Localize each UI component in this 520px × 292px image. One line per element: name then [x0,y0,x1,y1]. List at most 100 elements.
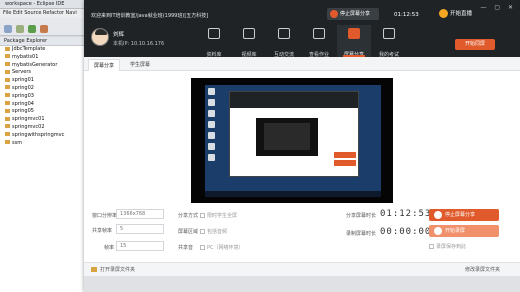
record-save-label: 录屏保存到此 [436,244,467,250]
project-item[interactable]: ssm [0,140,89,148]
share-timer: 01:12:53 [380,209,432,219]
fullscreen-checkbox-label: 限时学生全屏 [207,213,238,219]
avatar[interactable] [91,28,109,46]
video-icon [243,28,255,39]
checkbox-icon [429,244,434,249]
start-live-button[interactable]: 开始直播 [439,9,472,18]
record-timer: 00:00:00 [380,227,432,237]
share-time-label: 分享屏幕时长 [346,213,377,219]
eclipse-toolbar [0,18,90,36]
nav-videos[interactable]: 视频库 [232,25,266,58]
project-item[interactable]: springmvc02 [0,124,89,132]
project-item[interactable]: springwithspringmvc [0,132,89,140]
project-item[interactable]: spring04 [0,101,89,109]
nav-interaction[interactable]: 互动交流 [267,25,301,58]
record-save-checkbox[interactable]: 录屏保存到此 [429,243,466,250]
tab-student-screens[interactable]: 学生屏幕 [124,59,156,71]
project-label: spring04 [12,100,34,107]
project-label: mybatisGenerator [12,61,58,68]
screen-preview [191,78,393,203]
resolution-label: 窗口分辨率 [92,213,118,219]
project-item[interactable]: spring03 [0,93,89,101]
tab-screen-share[interactable]: 屏幕分享 [88,59,120,71]
fps-field[interactable]: 5 [116,224,164,234]
checkbox-icon [200,245,205,250]
stop-screen-share-button[interactable]: 停止屏幕分享 [429,209,499,221]
project-folder-icon [5,69,10,74]
fps-label: 共享帧率 [92,228,113,234]
app-footer: 打开录屏文件夹 修改录屏文件夹 [84,262,520,276]
project-label: spring02 [12,84,34,91]
network-checkbox[interactable]: PC（网络环境） [200,244,244,251]
project-list: JdbcTemplate mybatis01 mybatisGenerator Ser… [0,46,89,147]
share-mode-label: 分享方式 [178,213,199,219]
project-folder-icon [5,93,10,98]
project-item[interactable]: mybatis01 [0,54,89,62]
exam-icon [383,28,395,39]
nav-screen-share[interactable]: 屏幕分享 [337,25,371,58]
shared-audio-label: 共享音 [178,245,194,251]
nav-homework[interactable]: 查看作业 [302,25,336,58]
project-item[interactable]: spring01 [0,77,89,85]
project-label: springwithspringmvc [12,131,65,138]
new-icon[interactable] [4,25,12,33]
app-title: 欢迎来到IT培训教室/java就业班(1999班)[五方科技] [91,13,209,19]
project-folder-icon [5,46,10,51]
project-folder-icon [5,85,10,90]
project-item[interactable]: spring02 [0,85,89,93]
run-icon[interactable] [28,25,36,33]
eclipse-menubar[interactable]: File Edit Source Refactor Navi [0,9,90,18]
resolution-field[interactable]: 1366x768 [116,209,164,219]
fullscreen-checkbox[interactable]: 限时学生全屏 [200,212,237,219]
change-record-folder-link[interactable]: 修改录屏文件夹 [465,266,500,273]
package-explorer-title[interactable]: Package Explorer [0,37,89,46]
share-area-label: 屏幕区域 [178,229,199,235]
package-explorer: Package Explorer JdbcTemplate mybatis01 my… [0,37,90,292]
debug-icon[interactable] [40,25,48,33]
project-label: springmvc02 [12,123,45,130]
start-sync-screen-button[interactable]: 开始同屏 [455,39,495,50]
project-folder-icon [5,116,10,121]
project-item[interactable]: Servers [0,69,89,77]
classroom-app-window: 欢迎来到IT培训教室/java就业班(1999班)[五方科技] 停止屏幕分享 0… [84,0,520,292]
audio-checkbox[interactable]: 包括音频 [200,228,227,235]
preview-taskbar [205,191,381,197]
live-icon [439,9,448,18]
app-header: 欢迎来到IT培训教室/java就业班(1999班)[五方科技] 停止屏幕分享 0… [84,0,520,58]
open-record-folder-label: 打开录屏文件夹 [100,267,136,273]
chat-icon [278,28,290,39]
stop-icon [434,211,442,219]
audio-checkbox-label: 包括音频 [207,229,228,235]
folder-icon [91,267,97,272]
project-item[interactable]: spring05 [0,108,89,116]
checkbox-icon [200,213,205,218]
stop-share-pill[interactable]: 停止屏幕分享 [327,8,379,20]
project-folder-icon [5,108,10,113]
project-label: Servers [12,69,32,76]
project-label: ssm [12,139,23,146]
project-label: spring05 [12,108,34,115]
record-time-label: 录制屏幕时长 [346,231,377,237]
project-folder-icon [5,132,10,137]
open-record-folder-link[interactable]: 打开录屏文件夹 [91,266,135,273]
project-label: JdbcTemplate [12,46,46,52]
stop-screen-share-label: 停止屏幕分享 [445,212,476,218]
project-item[interactable]: JdbcTemplate [0,46,89,54]
preview-desktop [205,85,381,197]
quality-field[interactable]: 15 [116,241,164,251]
project-item[interactable]: springmvc01 [0,116,89,124]
folder-icon [208,28,220,39]
project-folder-icon [5,77,10,82]
window-controls[interactable]: — ▢ ✕ [480,4,516,11]
project-item[interactable]: mybatisGenerator [0,62,89,70]
nav-exam[interactable]: 我的考试 [372,25,406,58]
project-folder-icon [5,140,10,145]
project-label: spring03 [12,92,34,99]
network-checkbox-label: PC（网络环境） [207,245,244,251]
start-recording-button[interactable]: 开始录屏 [429,225,499,237]
project-folder-icon [5,101,10,106]
nav-materials[interactable]: 资料库 [197,25,231,58]
session-clock: 01:12:53 [394,12,419,18]
save-icon[interactable] [16,25,24,33]
homework-icon [313,28,325,39]
